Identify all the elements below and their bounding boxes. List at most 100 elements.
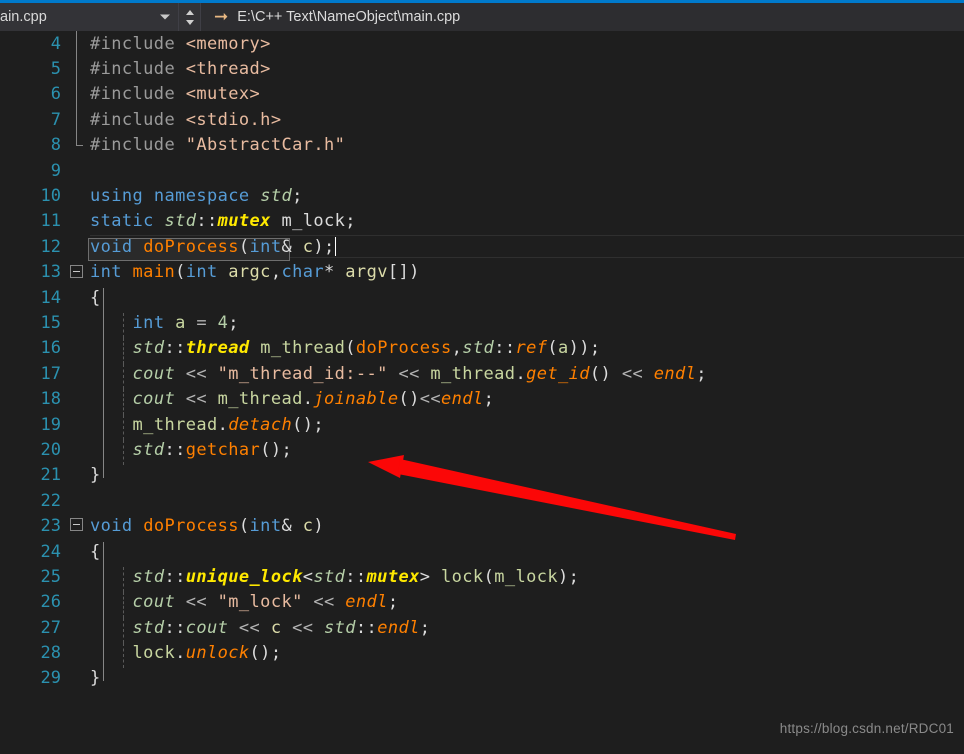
document-selector-combobox[interactable]: ain.cpp <box>0 3 179 31</box>
code-line[interactable]: 9 <box>0 158 964 183</box>
fold-margin[interactable] <box>63 386 90 411</box>
code-line[interactable]: 8 #include "AbstractCar.h" <box>0 132 964 158</box>
fold-region-line <box>103 389 104 415</box>
token-brackets: []) <box>387 262 420 283</box>
token-type-thread: thread <box>185 338 250 359</box>
token-shift-op: << <box>419 389 442 410</box>
fold-margin[interactable] <box>63 260 90 285</box>
triangle-down-icon[interactable] <box>185 19 194 25</box>
line-number: 29 <box>40 668 61 689</box>
code-line[interactable]: 29 } <box>0 666 964 691</box>
line-number: 11 <box>40 211 61 232</box>
fold-margin[interactable] <box>63 463 90 488</box>
token-brace: } <box>90 668 101 689</box>
token-comma: , <box>270 262 282 283</box>
code-line[interactable]: 16 std::thread m_thread(doProcess,std::r… <box>0 336 964 364</box>
code-line[interactable]: 28 lock.unlock(); <box>0 640 964 669</box>
text-cursor <box>334 236 336 256</box>
chevron-down-icon[interactable] <box>160 14 170 20</box>
token-param-argc: argc <box>228 262 271 283</box>
code-line[interactable]: 23 void doProcess(int& c) <box>0 513 964 538</box>
token-include-path: "AbstractCar.h" <box>185 135 346 156</box>
collapse-region-icon[interactable] <box>70 518 83 532</box>
token-var-mthread: m_thread <box>430 363 516 384</box>
token-paren: ( <box>238 516 250 537</box>
token-function-getchar: getchar <box>185 439 261 460</box>
fold-margin[interactable] <box>63 285 90 310</box>
fold-margin[interactable] <box>63 590 90 615</box>
fold-margin[interactable] <box>63 488 90 513</box>
fold-margin[interactable] <box>63 615 90 640</box>
fold-margin[interactable] <box>63 437 90 462</box>
token-scope-op: :: <box>355 617 378 638</box>
fold-margin[interactable] <box>63 132 90 158</box>
token-string: "m_thread_id:--" <box>217 363 388 384</box>
token-paren: (); <box>292 414 324 435</box>
fold-margin[interactable] <box>63 56 90 82</box>
collapse-region-icon[interactable] <box>70 264 83 278</box>
fold-margin[interactable] <box>63 666 90 691</box>
code-line[interactable]: 27 std::cout << c << std::endl; <box>0 615 964 644</box>
token-scope-op: :: <box>164 617 186 638</box>
fold-margin[interactable] <box>63 31 90 57</box>
token-param-c: c <box>302 236 314 257</box>
fold-margin[interactable] <box>63 107 90 133</box>
file-path-bar[interactable]: ➞ E:\C++ Text\NameObject\main.cpp <box>201 3 964 31</box>
code-line[interactable]: 26 cout << "m_lock" << endl; <box>0 590 964 618</box>
token-type-mutex: mutex <box>217 211 271 232</box>
code-line[interactable]: 21 } <box>0 463 964 488</box>
token-scope-op: :: <box>164 439 186 460</box>
code-line[interactable]: 14 { <box>0 285 964 313</box>
code-line[interactable]: 17 cout << "m_thread_id:--" << m_thread.… <box>0 361 964 390</box>
code-text: } <box>90 465 104 485</box>
code-line[interactable]: 6 #include <mutex> <box>0 81 964 108</box>
token-include-path: <memory> <box>185 33 271 54</box>
token-function-ref: ref <box>515 338 548 359</box>
fold-margin[interactable] <box>63 234 90 259</box>
fold-margin[interactable] <box>63 81 90 108</box>
code-line[interactable]: 4 #include <memory> <box>0 31 964 57</box>
fold-margin[interactable] <box>63 564 90 589</box>
code-line[interactable]: 22 <box>0 488 964 513</box>
code-line[interactable]: 11 static std::mutex m_lock; <box>0 209 964 234</box>
line-number: 4 <box>50 33 61 54</box>
code-line-current[interactable]: 12 void doProcess(int& c); <box>0 234 964 261</box>
code-line[interactable]: 20 std::getchar(); <box>0 437 964 466</box>
file-path-label: E:\C++ Text\NameObject\main.cpp <box>237 9 461 25</box>
code-line[interactable]: 24 { <box>0 539 964 567</box>
fold-margin[interactable] <box>63 310 90 335</box>
fold-margin[interactable] <box>63 412 90 437</box>
fold-margin[interactable] <box>63 209 90 234</box>
indent-guide <box>123 414 124 440</box>
code-line[interactable]: 18 cout << m_thread.joinable()<<endl; <box>0 386 964 415</box>
code-line[interactable]: 7 #include <stdio.h> <box>0 107 964 133</box>
fold-region-line <box>103 617 104 644</box>
token-star: * <box>324 262 335 283</box>
token-preprocessor: #include <box>90 135 176 156</box>
line-number: 19 <box>40 414 61 435</box>
code-line[interactable]: 5 #include <thread> <box>0 56 964 82</box>
fold-margin[interactable] <box>63 336 90 361</box>
code-line[interactable]: 25 std::unique_lock<std::mutex> lock(m_l… <box>0 564 964 593</box>
code-line-annotated[interactable]: 19 m_thread.detach(); <box>0 412 964 440</box>
fold-margin[interactable] <box>63 539 90 564</box>
fold-margin[interactable] <box>63 183 90 208</box>
fold-margin[interactable] <box>63 513 90 538</box>
fold-margin[interactable] <box>63 640 90 665</box>
code-line[interactable]: 13 int main(int argc,char* argv[]) <box>0 260 964 285</box>
fold-margin[interactable] <box>63 361 90 386</box>
token-paren: ); <box>313 236 335 257</box>
token-stream-cout: cout <box>132 389 176 410</box>
token-preprocessor: #include <box>90 109 176 130</box>
code-editor-surface[interactable]: 4 #include <memory> 5 #include <thread> … <box>0 31 964 754</box>
token-comma: , <box>451 338 463 359</box>
code-line[interactable]: 15 int a = 4; <box>0 310 964 339</box>
token-shift-op: << <box>302 592 346 613</box>
code-line[interactable]: 10 using namespace std; <box>0 183 964 208</box>
fold-margin[interactable] <box>63 158 90 183</box>
navigation-spinner[interactable] <box>179 3 201 31</box>
triangle-up-icon[interactable] <box>185 9 194 15</box>
